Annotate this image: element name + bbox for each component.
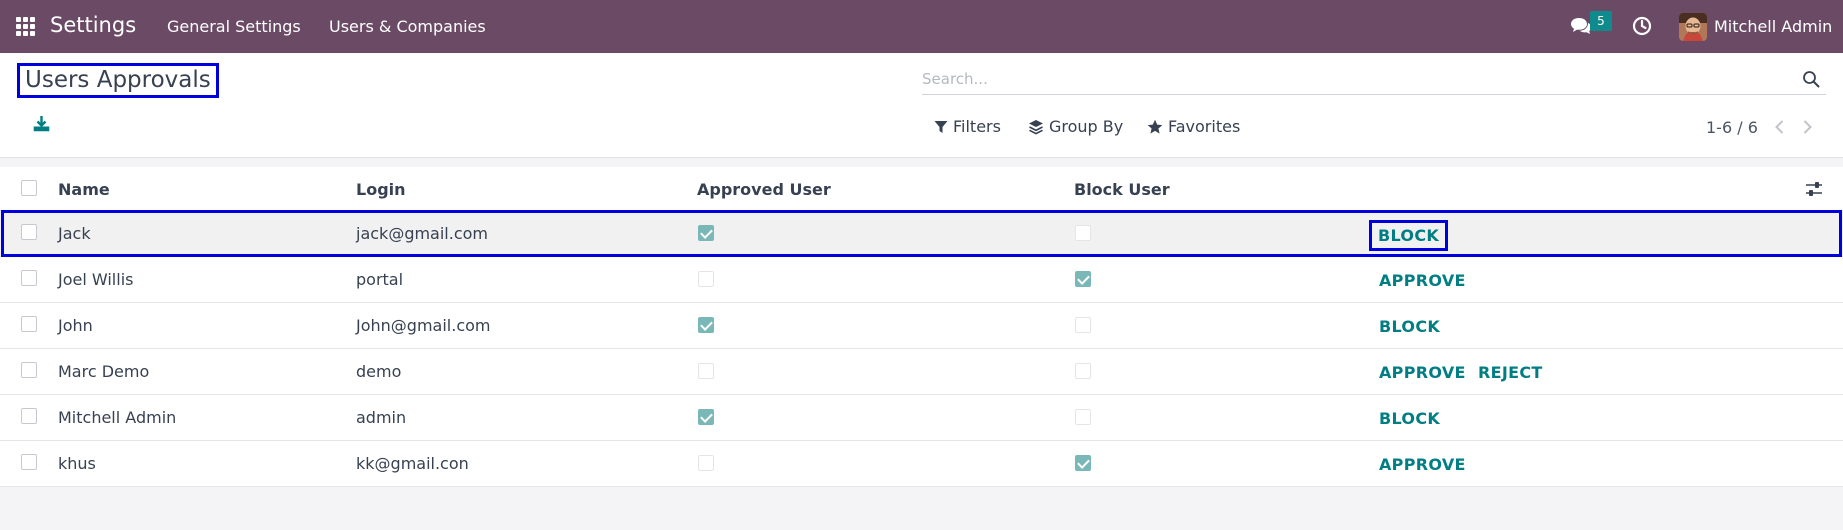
cell-name: Marc Demo <box>58 362 150 381</box>
approved-user-checkbox <box>698 409 714 425</box>
approved-user-checkbox <box>698 317 714 333</box>
block-button[interactable]: BLOCK <box>1369 220 1449 251</box>
chat-icon[interactable] <box>1570 17 1592 35</box>
table-row[interactable]: Mitchell Admin admin BLOCK <box>0 395 1843 441</box>
cell-name: Joel Willis <box>58 270 134 289</box>
activity-clock-icon[interactable] <box>1632 16 1652 36</box>
search-input[interactable] <box>922 68 1782 90</box>
filters-label: Filters <box>953 117 1001 136</box>
approve-button[interactable]: APPROVE <box>1379 455 1466 474</box>
table-body: Jack jack@gmail.com BLOCK Joel Willis po… <box>0 210 1843 487</box>
menu-users-companies[interactable]: Users & Companies <box>329 17 486 36</box>
layers-icon <box>1029 119 1043 134</box>
approve-button[interactable]: APPROVE <box>1379 271 1466 290</box>
cell-login: jack@gmail.com <box>356 224 489 243</box>
filters-button[interactable]: Filters <box>934 117 1001 136</box>
row-select-checkbox[interactable] <box>21 270 37 286</box>
cell-name: John <box>58 316 93 335</box>
cell-login: demo <box>356 362 402 381</box>
favorites-button[interactable]: Favorites <box>1147 117 1240 136</box>
row-select-checkbox[interactable] <box>21 408 37 424</box>
block-button[interactable]: BLOCK <box>1379 317 1440 336</box>
control-panel: Users Approvals Filters Group By Favorit… <box>0 53 1843 158</box>
cell-login: admin <box>356 408 407 427</box>
row-select-checkbox[interactable] <box>21 224 37 240</box>
approved-user-checkbox <box>698 225 714 241</box>
cell-login: kk@gmail.con <box>356 454 469 473</box>
cell-name: Mitchell Admin <box>58 408 177 427</box>
pager-next-icon[interactable] <box>1800 119 1814 135</box>
top-navbar: Settings General Settings Users & Compan… <box>0 0 1843 53</box>
group-by-button[interactable]: Group By <box>1028 117 1123 136</box>
group-by-label: Group By <box>1049 117 1124 136</box>
cell-name: Jack <box>58 224 91 243</box>
search-icon[interactable] <box>1802 70 1820 88</box>
select-all-checkbox[interactable] <box>21 180 37 196</box>
table-row[interactable]: Jack jack@gmail.com BLOCK <box>0 210 1843 257</box>
row-select-checkbox[interactable] <box>21 316 37 332</box>
block-user-checkbox <box>1075 317 1091 333</box>
table-row[interactable]: Marc Demo demo APPROVE REJECT <box>0 349 1843 395</box>
table-row[interactable]: John John@gmail.com BLOCK <box>0 303 1843 349</box>
download-icon[interactable] <box>33 115 50 132</box>
table-row[interactable]: khus kk@gmail.con APPROVE <box>0 441 1843 487</box>
star-icon <box>1147 119 1163 134</box>
users-table: Name Login Approved User Block User Jack… <box>0 167 1843 487</box>
block-button[interactable]: BLOCK <box>1379 409 1440 428</box>
block-user-checkbox <box>1075 409 1091 425</box>
apps-grid-icon[interactable] <box>16 17 35 36</box>
menu-general-settings[interactable]: General Settings <box>167 17 301 36</box>
filter-icon <box>934 120 948 133</box>
header-name[interactable]: Name <box>58 180 110 199</box>
cell-login: John@gmail.com <box>356 316 491 335</box>
app-title[interactable]: Settings <box>50 13 136 37</box>
block-user-checkbox <box>1075 455 1091 471</box>
approved-user-checkbox <box>698 271 714 287</box>
header-login[interactable]: Login <box>356 180 406 199</box>
pager-previous-icon[interactable] <box>1773 119 1787 135</box>
cell-login: portal <box>356 270 404 289</box>
pager-value[interactable]: 1-6 / 6 <box>1706 118 1758 137</box>
cell-name: khus <box>58 454 96 473</box>
table-header: Name Login Approved User Block User <box>0 167 1843 211</box>
approve-button[interactable]: APPROVE <box>1379 363 1466 382</box>
block-user-checkbox <box>1075 363 1091 379</box>
approved-user-checkbox <box>698 455 714 471</box>
table-row[interactable]: Joel Willis portal APPROVE <box>0 257 1843 303</box>
block-user-checkbox <box>1075 225 1091 241</box>
block-user-checkbox <box>1075 271 1091 287</box>
user-name[interactable]: Mitchell Admin <box>1714 17 1832 36</box>
user-avatar[interactable] <box>1679 13 1707 41</box>
search-box <box>922 63 1826 95</box>
header-approved-user[interactable]: Approved User <box>697 180 831 199</box>
reject-button[interactable]: REJECT <box>1478 363 1543 382</box>
favorites-label: Favorites <box>1168 117 1241 136</box>
row-select-checkbox[interactable] <box>21 362 37 378</box>
chat-count-badge: 5 <box>1590 11 1612 31</box>
row-select-checkbox[interactable] <box>21 454 37 470</box>
header-block-user[interactable]: Block User <box>1074 180 1170 199</box>
approved-user-checkbox <box>698 363 714 379</box>
optional-columns-icon[interactable] <box>1805 180 1823 198</box>
page-title: Users Approvals <box>17 63 219 98</box>
